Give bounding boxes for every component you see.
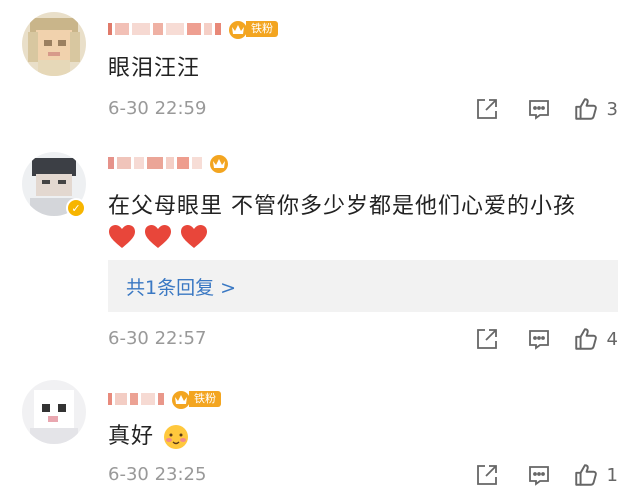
like-count: 1 (606, 464, 618, 486)
comment-actions: 3 (461, 95, 618, 123)
comment-text-content: 真好 (108, 424, 155, 449)
comment-icon (528, 100, 549, 120)
share-icon (476, 99, 497, 119)
heart-emoji (145, 225, 171, 248)
username-blurred[interactable] (108, 393, 164, 405)
comment-button[interactable] (513, 95, 565, 123)
emoji-row (108, 224, 208, 250)
like-button[interactable]: 1 (573, 462, 618, 488)
share-icon (476, 329, 497, 349)
comment-text: 眼泪汪汪 (108, 56, 201, 81)
comment-text: 在父母眼里 不管你多少岁都是他们心爱的小孩 (108, 194, 576, 219)
avatar[interactable] (22, 12, 86, 76)
username-row: 铁粉 (108, 16, 278, 42)
fan-badge-label: 铁粉 (246, 21, 278, 37)
username-blurred[interactable] (108, 157, 202, 169)
share-button[interactable] (461, 95, 513, 123)
comment-time: 6-30 23:25 (108, 464, 207, 485)
share-button[interactable] (461, 461, 513, 489)
like-count: 3 (606, 98, 618, 120)
comment-time: 6-30 22:57 (108, 328, 207, 349)
comment-item: ✓ 在父母眼里 不管你多少岁都是他们心爱的小孩 共1条回复 > 6-30 22:… (0, 140, 640, 360)
thumbs-up-icon (574, 98, 597, 120)
comment-item: 铁粉 真好 6-30 23:25 1 (0, 368, 640, 501)
comment-button[interactable] (513, 325, 565, 353)
heart-emoji (109, 225, 135, 248)
heart-emoji (181, 225, 207, 248)
verified-icon: ✓ (66, 198, 86, 218)
fan-badge-label: 铁粉 (189, 391, 221, 407)
share-button[interactable] (461, 325, 513, 353)
like-button[interactable]: 3 (573, 96, 618, 122)
blush-emoji (164, 425, 189, 449)
share-icon (476, 465, 497, 485)
username-blurred[interactable] (108, 23, 221, 35)
comment-time: 6-30 22:59 (108, 98, 207, 119)
fan-badge: 铁粉 (170, 389, 221, 409)
thumbs-up-icon (574, 328, 597, 350)
replies-link[interactable]: 共1条回复 > (108, 260, 618, 312)
comment-actions: 4 (461, 325, 618, 353)
username-row (108, 150, 230, 176)
comment-button[interactable] (513, 461, 565, 489)
comment-text: 真好 (108, 418, 190, 451)
crown-icon (229, 21, 247, 39)
comment-item: 铁粉 眼泪汪汪 6-30 22:59 3 (0, 0, 640, 140)
like-button[interactable]: 4 (573, 326, 618, 352)
fan-badge: 铁粉 (227, 19, 278, 39)
avatar[interactable] (22, 380, 86, 444)
fan-badge (208, 153, 230, 173)
comment-icon (528, 330, 549, 350)
username-row: 铁粉 (108, 386, 221, 412)
thumbs-up-icon (574, 464, 597, 486)
like-count: 4 (606, 328, 618, 350)
crown-icon (172, 391, 190, 409)
comment-actions: 1 (461, 461, 618, 489)
comment-icon (528, 466, 549, 486)
crown-icon (210, 155, 228, 173)
